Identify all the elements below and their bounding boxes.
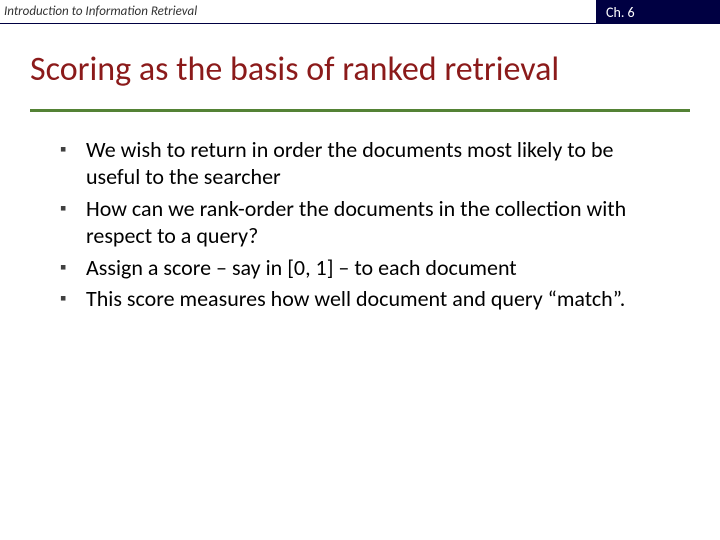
chapter-label: Ch. 6 xyxy=(596,0,720,24)
content-area: We wish to return in order the documents… xyxy=(0,112,720,313)
title-area: Scoring as the basis of ranked retrieval xyxy=(0,24,720,101)
course-title: Introduction to Information Retrieval xyxy=(0,0,596,24)
list-item: This score measures how well document an… xyxy=(60,285,660,313)
list-item: Assign a score – say in [0, 1] – to each… xyxy=(60,254,660,282)
header-bar: Introduction to Information Retrieval Ch… xyxy=(0,0,720,24)
list-item: How can we rank-order the documents in t… xyxy=(60,195,660,250)
list-item: We wish to return in order the documents… xyxy=(60,136,660,191)
bullet-list: We wish to return in order the documents… xyxy=(60,136,660,313)
slide-title: Scoring as the basis of ranked retrieval xyxy=(30,50,700,91)
